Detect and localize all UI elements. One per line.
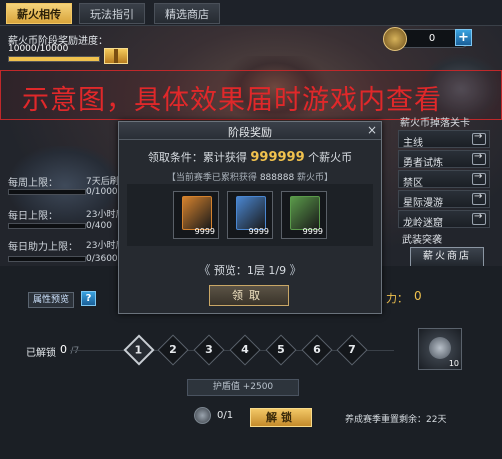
side-item-label: 勇者试炼 <box>403 158 443 169</box>
weekly-limit-bar <box>8 189 86 195</box>
side-item-trial[interactable]: 勇者试炼 <box>398 150 490 169</box>
condition-amount: 999999 <box>250 150 305 165</box>
material-value: 0/1 <box>217 410 234 421</box>
side-item-label: 星际漫游 <box>403 198 443 209</box>
go-icon <box>472 131 486 145</box>
boss-reward-slot[interactable]: 10 <box>418 328 462 370</box>
drop-stages-title: 薪火币掉落关卡 <box>400 118 470 129</box>
reward-item[interactable]: 9999 <box>281 191 327 239</box>
unlocked-label: 已解锁 <box>26 348 56 359</box>
gift-icon[interactable] <box>104 48 128 64</box>
stage-node-label: 1 <box>134 343 143 357</box>
reward-item[interactable]: 9999 <box>227 191 273 239</box>
reward-count: 9999 <box>248 227 269 236</box>
reward-list: 9999 9999 9999 <box>127 184 373 246</box>
modal-title: 阶段奖励 <box>228 126 272 139</box>
shop-button[interactable]: 薪火商店 <box>410 247 484 267</box>
unlock-button[interactable]: 解锁 <box>250 408 312 427</box>
stage-node-label: 3 <box>205 343 213 356</box>
unlocked-max: /7 <box>70 346 80 356</box>
material-icon <box>194 407 211 424</box>
stage-node-label: 6 <box>313 343 321 356</box>
next-page-button[interactable]: 》 <box>290 263 302 277</box>
reward-count: 9999 <box>194 227 215 236</box>
tab-inheritance[interactable]: 薪火相传 <box>6 3 72 24</box>
daily-assist-limit-value: 0/3600 <box>86 254 118 264</box>
coin-icon <box>383 27 407 51</box>
claim-button[interactable]: 领取 <box>209 285 289 306</box>
side-item-label: 龙岭迷窟 <box>403 218 443 229</box>
hint-amount: 888888 <box>259 173 295 183</box>
pager-text: 预览：1层 <box>213 264 265 277</box>
boss-icon <box>429 337 451 359</box>
daily-limit-value: 0/400 <box>86 221 112 231</box>
side-item-dragon[interactable]: 龙岭迷窟 <box>398 210 490 229</box>
side-item-raid[interactable]: 武装突袭 <box>398 228 490 246</box>
power-value: 0 <box>414 289 422 303</box>
stage-node-label: 2 <box>169 343 177 356</box>
reward-count: 9999 <box>302 227 323 236</box>
tab-shop[interactable]: 精选商店 <box>154 3 220 24</box>
preview-pager: 《 预览：1层 1/9 》 <box>119 261 381 278</box>
green-book-icon <box>290 196 320 230</box>
boss-count: 10 <box>448 359 459 368</box>
hint-prefix: 【当前赛季已累积获得 <box>166 173 257 183</box>
progress-fill <box>9 57 99 61</box>
tab-bar: 薪火相传 玩法指引 精选商店 <box>0 0 502 26</box>
progress-value: 10000/10000 <box>8 44 69 54</box>
condition-prefix: 领取条件：累计获得 <box>147 151 247 164</box>
stage-node-label: 5 <box>277 343 285 356</box>
unlocked-value: 0 <box>60 343 67 356</box>
condition-suffix: 个薪火币 <box>308 151 353 164</box>
currency-value: 0 <box>428 33 436 44</box>
go-icon <box>472 211 486 225</box>
season-accumulated-hint: 【当前赛季已累积获得 888888 薪火币】 <box>119 170 381 183</box>
season-reset-text: 养成赛季重置剩余：22天 <box>345 415 447 425</box>
side-item-galaxy[interactable]: 星际漫游 <box>398 190 490 209</box>
claim-condition: 领取条件：累计获得 999999 个薪火币 <box>119 149 381 165</box>
reward-item[interactable]: 9999 <box>173 191 219 239</box>
stage-node-label: 7 <box>348 343 356 356</box>
shield-bonus: 护盾值 +2500 <box>187 379 299 396</box>
power-label: 力： <box>386 292 408 305</box>
pager-page: 1/9 <box>268 264 287 277</box>
orange-book-icon <box>182 196 212 230</box>
stage-node-label: 4 <box>241 343 249 356</box>
go-icon <box>472 171 486 185</box>
side-item-forbidden[interactable]: 禁区 <box>398 170 490 189</box>
hint-suffix: 薪火币】 <box>297 173 334 183</box>
daily-limit-bar <box>8 223 86 229</box>
daily-assist-limit-label: 每日助力上限： <box>8 242 78 253</box>
weekly-limit-label: 每周上限： <box>8 178 58 189</box>
side-item-label: 武装突袭 <box>402 235 442 246</box>
side-item-main[interactable]: 主线 <box>398 130 490 149</box>
attribute-preview-button[interactable]: 属性预览 <box>28 292 74 308</box>
tab-guide[interactable]: 玩法指引 <box>79 3 145 24</box>
app-frame: 薪火相传 玩法指引 精选商店 薪火币阶段奖励进度： 10000/10000 0 … <box>0 0 502 459</box>
side-item-label: 禁区 <box>403 178 423 189</box>
daily-assist-limit-bar <box>8 256 86 262</box>
prev-page-button[interactable]: 《 <box>198 263 210 277</box>
help-icon[interactable]: ? <box>81 291 96 306</box>
add-currency-button[interactable]: + <box>455 29 472 46</box>
modal-header: 阶段奖励 × <box>119 122 381 140</box>
stage-reward-modal: 阶段奖励 × 领取条件：累计获得 999999 个薪火币 【当前赛季已累积获得 … <box>118 121 382 314</box>
go-icon <box>472 191 486 205</box>
close-icon[interactable]: × <box>367 123 377 137</box>
side-item-label: 主线 <box>403 138 423 149</box>
watermark-text: 示意图，具体效果届时游戏内查看 <box>22 85 442 116</box>
blue-book-icon <box>236 196 266 230</box>
weekly-limit-reset: 7天后刷 <box>86 177 119 187</box>
daily-limit-label: 每日上限： <box>8 211 58 222</box>
progress-bar <box>8 56 100 62</box>
go-icon <box>472 151 486 165</box>
